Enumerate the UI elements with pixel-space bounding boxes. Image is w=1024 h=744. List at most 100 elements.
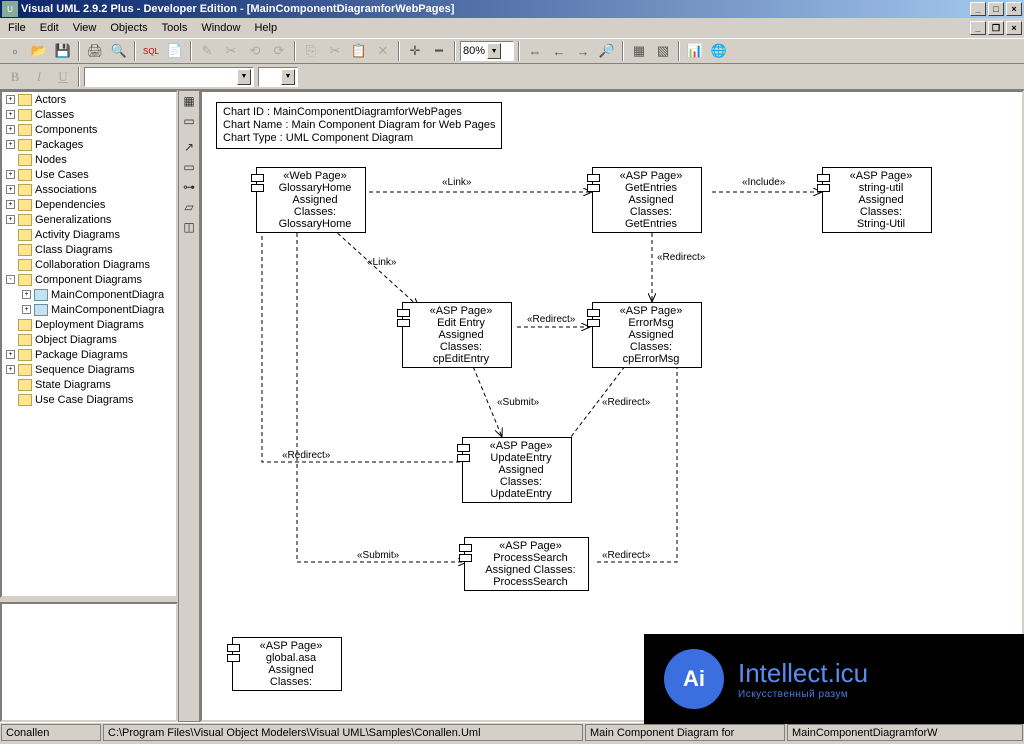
right-icon[interactable]: → xyxy=(572,40,594,62)
expand-icon[interactable]: + xyxy=(6,170,15,179)
find-icon[interactable]: 🔎 xyxy=(596,40,618,62)
expand-icon[interactable]: + xyxy=(6,140,15,149)
tree-item[interactable]: Nodes xyxy=(2,152,176,167)
font-combo[interactable]: ▼ xyxy=(84,67,254,87)
snap-icon[interactable]: ▧ xyxy=(652,40,674,62)
component-errormsg[interactable]: «ASP Page»ErrorMsg Assigned Classes:cpEr… xyxy=(592,302,702,368)
nav-icon[interactable]: ⇔ xyxy=(524,40,546,62)
sql-icon[interactable]: SQL xyxy=(140,40,162,62)
doc-icon[interactable]: 📄 xyxy=(164,40,186,62)
component-tool-icon[interactable]: ▭ xyxy=(179,157,199,177)
tree-item[interactable]: State Diagrams xyxy=(2,377,176,392)
mdi-close-button[interactable]: × xyxy=(1006,21,1022,35)
tree-item[interactable]: +MainComponentDiagra xyxy=(2,287,176,302)
mdi-restore-button[interactable]: ❐ xyxy=(988,21,1004,35)
expand-icon[interactable]: + xyxy=(6,365,15,374)
dropdown-icon[interactable]: ▼ xyxy=(487,43,501,59)
component-global[interactable]: «ASP Page»global.asa Assigned Classes: xyxy=(232,637,342,691)
delete-icon[interactable]: ✕ xyxy=(372,40,394,62)
expand-icon[interactable]: + xyxy=(6,125,15,134)
menu-file[interactable]: File xyxy=(2,20,32,36)
component-processsearch[interactable]: «ASP Page»ProcessSearch Assigned Classes… xyxy=(464,537,589,591)
tree-item[interactable]: +Package Diagrams xyxy=(2,347,176,362)
left-icon[interactable]: ← xyxy=(548,40,570,62)
tree-item[interactable]: +Associations xyxy=(2,182,176,197)
menu-objects[interactable]: Objects xyxy=(104,20,153,36)
menu-help[interactable]: Help xyxy=(248,20,283,36)
preview-icon[interactable]: 🔍 xyxy=(108,40,130,62)
expand-icon[interactable]: + xyxy=(6,200,15,209)
tree-item[interactable]: +Generalizations xyxy=(2,212,176,227)
expand-icon[interactable]: + xyxy=(6,110,15,119)
tool2-icon[interactable]: ✂ xyxy=(220,40,242,62)
tree-item[interactable]: Collaboration Diagrams xyxy=(2,257,176,272)
copy-icon[interactable]: ⎘ xyxy=(300,40,322,62)
text-tool-icon[interactable]: ▭ xyxy=(179,111,199,131)
component-getentries[interactable]: «ASP Page»GetEntries Assigned Classes:Ge… xyxy=(592,167,702,233)
tree-view[interactable]: + Actors+Classes+Components+PackagesNodes… xyxy=(0,90,178,598)
zoom-combo[interactable]: 80% ▼ xyxy=(460,41,514,61)
cross-icon[interactable]: ✛ xyxy=(404,40,426,62)
tree-item[interactable]: +Use Cases xyxy=(2,167,176,182)
arrow-tool-icon[interactable]: ↗ xyxy=(179,137,199,157)
minimize-button[interactable]: _ xyxy=(970,2,986,16)
close-button[interactable]: × xyxy=(1006,2,1022,16)
tree-item[interactable]: +Sequence Diagrams xyxy=(2,362,176,377)
expand-icon[interactable]: - xyxy=(6,275,15,284)
tree-item[interactable]: Deployment Diagrams xyxy=(2,317,176,332)
tree-item[interactable]: +MainComponentDiagra xyxy=(2,302,176,317)
print-icon[interactable]: 🖨 xyxy=(84,40,106,62)
paste-icon[interactable]: 📋 xyxy=(348,40,370,62)
select-tool-icon[interactable]: ▦ xyxy=(179,91,199,111)
menu-view[interactable]: View xyxy=(67,20,103,36)
tree-item[interactable]: Use Case Diagrams xyxy=(2,392,176,407)
tree-item[interactable]: Object Diagrams xyxy=(2,332,176,347)
open-icon[interactable]: 📂 xyxy=(28,40,50,62)
chart-icon[interactable]: 📊 xyxy=(684,40,706,62)
tree-item[interactable]: Activity Diagrams xyxy=(2,227,176,242)
underline-icon[interactable]: U xyxy=(52,66,74,88)
save-icon[interactable]: 💾 xyxy=(52,40,74,62)
tree-item[interactable]: + Actors xyxy=(2,92,176,107)
dropdown-icon[interactable]: ▼ xyxy=(281,69,295,85)
package-tool-icon[interactable]: ◫ xyxy=(179,217,199,237)
expand-icon[interactable]: + xyxy=(22,305,31,314)
tree-item[interactable]: -Component Diagrams xyxy=(2,272,176,287)
tree-item[interactable]: +Dependencies xyxy=(2,197,176,212)
diagram-canvas[interactable]: Chart ID : MainComponentDiagramforWebPag… xyxy=(200,90,1024,722)
menu-window[interactable]: Window xyxy=(195,20,246,36)
tool-icon[interactable]: ✎ xyxy=(196,40,218,62)
component-stringutil[interactable]: «ASP Page»string-util Assigned Classes:S… xyxy=(822,167,932,233)
italic-icon[interactable]: I xyxy=(28,66,50,88)
menu-tools[interactable]: Tools xyxy=(156,20,194,36)
size-combo[interactable]: ▼ xyxy=(258,67,298,87)
tree-item[interactable]: +Classes xyxy=(2,107,176,122)
component-editentry[interactable]: «ASP Page»Edit Entry Assigned Classes:cp… xyxy=(402,302,512,368)
tree-item[interactable]: Class Diagrams xyxy=(2,242,176,257)
interface-tool-icon[interactable]: ⊶ xyxy=(179,177,199,197)
line-icon[interactable]: ━ xyxy=(428,40,450,62)
cut-icon[interactable]: ✂ xyxy=(324,40,346,62)
tool4-icon[interactable]: ⟳ xyxy=(268,40,290,62)
expand-icon[interactable]: + xyxy=(6,185,15,194)
menu-edit[interactable]: Edit xyxy=(34,20,65,36)
bold-icon[interactable]: B xyxy=(4,66,26,88)
tool3-icon[interactable]: ⟲ xyxy=(244,40,266,62)
dropdown-icon[interactable]: ▼ xyxy=(237,69,251,85)
maximize-button[interactable]: □ xyxy=(988,2,1004,16)
globe-icon[interactable]: 🌐 xyxy=(708,40,730,62)
component-updateentry[interactable]: «ASP Page»UpdateEntry Assigned Classes:U… xyxy=(462,437,572,503)
expand-icon[interactable]: + xyxy=(6,215,15,224)
mdi-minimize-button[interactable]: _ xyxy=(970,21,986,35)
tree-item[interactable]: +Components xyxy=(2,122,176,137)
tree-label: Actors xyxy=(35,94,66,106)
tree-item[interactable]: +Packages xyxy=(2,137,176,152)
note-tool-icon[interactable]: ▱ xyxy=(179,197,199,217)
new-icon[interactable]: ▫ xyxy=(4,40,26,62)
chart-name: Chart Name : Main Component Diagram for … xyxy=(223,119,495,132)
component-glossaryhome[interactable]: «Web Page»GlossaryHome Assigned Classes:… xyxy=(256,167,366,233)
expand-icon[interactable]: + xyxy=(6,350,15,359)
expand-icon[interactable]: + xyxy=(22,290,31,299)
expand-icon[interactable]: + xyxy=(6,95,15,104)
grid-icon[interactable]: ▦ xyxy=(628,40,650,62)
